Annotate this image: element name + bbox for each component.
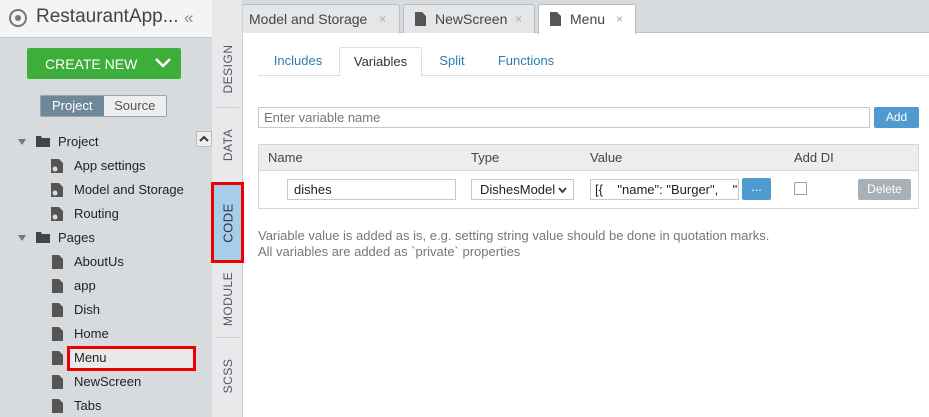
type-select-value: DishesModel (480, 182, 556, 197)
tree-item-project-folder[interactable]: Project (18, 131, 208, 153)
page-file-icon (52, 255, 63, 269)
tree-item-label: Pages (58, 230, 95, 245)
app-header: RestaurantApp... « (0, 0, 212, 38)
settings-file-icon (51, 183, 63, 197)
project-source-toggle: Project Source (40, 95, 167, 117)
tree-item-label: Home (74, 326, 109, 341)
tree-item-label: Project (58, 134, 99, 149)
close-icon[interactable]: × (379, 12, 386, 26)
toggle-project[interactable]: Project (41, 96, 104, 116)
vtab-scss[interactable]: SCSS (212, 338, 243, 414)
delete-variable-button[interactable]: Delete (858, 179, 911, 200)
expand-arrow-icon[interactable] (18, 235, 26, 241)
tree-item-label: App settings (74, 158, 146, 173)
page-file-icon (52, 303, 63, 317)
variable-name-input[interactable] (258, 107, 870, 128)
help-line: All variables are added as `private` pro… (258, 244, 521, 259)
tree-item-page-menu[interactable]: Menu (52, 347, 192, 369)
edit-value-button[interactable]: ... (742, 178, 771, 200)
page-file-icon (52, 399, 63, 413)
tab-functions[interactable]: Functions (486, 47, 566, 76)
variables-table: Name Type Value Add DI dishes DishesMode… (258, 144, 919, 209)
page-file-icon (52, 327, 63, 341)
variable-type-select[interactable]: DishesModel (471, 179, 574, 200)
page-file-icon (52, 351, 63, 365)
column-header-name: Name (268, 150, 303, 165)
variable-name-field[interactable]: dishes (287, 179, 456, 200)
chevron-down-icon (558, 187, 567, 194)
tab-variables[interactable]: Variables (339, 47, 422, 77)
tree-item-app-settings[interactable]: App settings (50, 155, 200, 177)
variable-value-field[interactable]: [{ "name": "Burger", " (590, 179, 739, 200)
page-file-icon (52, 279, 63, 293)
page-file-icon (550, 12, 561, 26)
tree-item-page-tabs[interactable]: Tabs (52, 395, 192, 417)
column-header-value: Value (590, 150, 623, 165)
settings-file-icon (51, 159, 63, 173)
vtab-code[interactable]: CODE (211, 182, 244, 263)
file-tab-label: Model and Storage (249, 11, 368, 27)
close-icon[interactable]: × (515, 12, 522, 26)
toggle-source[interactable]: Source (103, 96, 166, 116)
tree-item-pages-folder[interactable]: Pages (18, 227, 208, 249)
variables-help-text: Variable value is added as is, e.g. sett… (258, 228, 769, 260)
tree-item-model-and-storage[interactable]: Model and Storage (50, 179, 200, 201)
tab-includes[interactable]: Includes (258, 47, 338, 76)
create-new-button[interactable]: CREATE NEW (27, 48, 181, 79)
create-new-label: CREATE NEW (45, 56, 138, 72)
vtab-design[interactable]: DESIGN (212, 33, 243, 105)
tree-item-label: Menu (74, 350, 107, 365)
tree-item-page-dish[interactable]: Dish (52, 299, 192, 321)
close-icon[interactable]: × (616, 12, 623, 26)
tree-item-label: NewScreen (74, 374, 142, 389)
vtab-data[interactable]: DATA (212, 108, 243, 182)
add-variable-button[interactable]: Add (874, 107, 919, 128)
tree-item-label: Routing (74, 206, 119, 221)
help-line: Variable value is added as is, e.g. sett… (258, 228, 770, 243)
chevron-down-icon[interactable] (154, 56, 172, 70)
file-tab-newscreen[interactable]: NewScreen × (403, 4, 535, 33)
tree-item-label: AboutUs (74, 254, 124, 269)
tab-split[interactable]: Split (426, 47, 478, 76)
double-chevron-left-icon[interactable]: « (184, 8, 193, 28)
tree-item-routing[interactable]: Routing (50, 203, 200, 225)
vtab-label: SCSS (220, 358, 235, 394)
tree-item-label: Dish (74, 302, 101, 317)
settings-file-icon (51, 207, 63, 221)
file-tab-menu[interactable]: Menu × (538, 4, 636, 34)
add-di-checkbox[interactable] (794, 182, 807, 195)
file-tab-label: NewScreen (435, 11, 508, 27)
expand-arrow-icon[interactable] (18, 139, 26, 145)
vtab-label: DATA (220, 128, 235, 162)
vtab-label: CODE (220, 202, 235, 243)
project-panel: RestaurantApp... « CREATE NEW Project So… (0, 0, 212, 417)
page-file-icon (52, 375, 63, 389)
vtab-label: MODULE (220, 271, 235, 327)
tree-item-page-app[interactable]: app (52, 275, 192, 297)
file-tab-bar: Model and Storage × NewScreen × Menu × (212, 0, 929, 34)
tree-item-label: Model and Storage (74, 182, 184, 197)
tree-item-label: app (74, 278, 96, 293)
column-header-type: Type (471, 150, 500, 165)
folder-icon (36, 136, 50, 147)
app-logo-icon (9, 9, 27, 27)
file-tab-label: Menu (570, 11, 606, 27)
table-header: Name Type Value Add DI (259, 145, 918, 171)
vtab-module[interactable]: MODULE (212, 262, 243, 336)
tree-item-page-newscreen[interactable]: NewScreen (52, 371, 192, 393)
column-header-add-di: Add DI (794, 150, 834, 165)
tree-item-page-aboutus[interactable]: AboutUs (52, 251, 192, 273)
tree-item-label: Tabs (74, 398, 102, 413)
folder-icon (36, 232, 50, 243)
tree-item-page-home[interactable]: Home (52, 323, 192, 345)
app-title[interactable]: RestaurantApp... (36, 6, 179, 28)
code-sub-tabs: Includes Variables Split Functions (258, 47, 929, 77)
vtab-label: DESIGN (220, 44, 235, 94)
page-file-icon (415, 12, 426, 26)
